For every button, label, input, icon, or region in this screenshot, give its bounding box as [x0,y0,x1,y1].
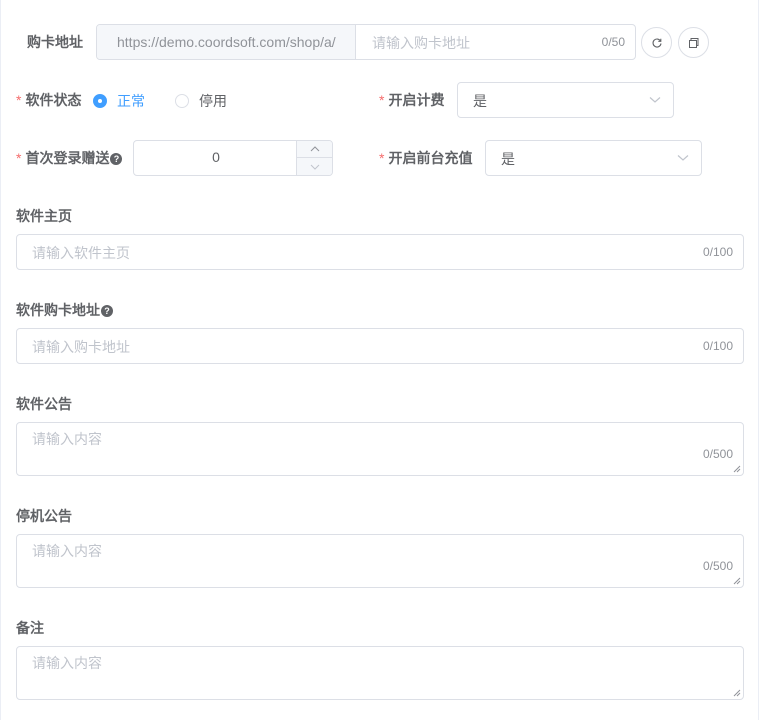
software-buy-card-label: 软件购卡地址? [16,300,113,320]
first-login-gift-label-text: 首次登录赠送 [25,150,110,166]
resize-handle-icon[interactable] [733,577,741,585]
radio-normal[interactable]: 正常 [93,91,145,111]
resize-handle-icon[interactable] [733,689,741,697]
shutdown-notice-label: 停机公告 [16,508,72,524]
frontend-recharge-label-text: 开启前台充值 [388,150,473,166]
resize-handle-icon[interactable] [733,465,741,473]
buy-card-input[interactable]: 请输入购卡地址 [372,33,470,53]
announcement-placeholder: 请输入内容 [32,431,102,447]
software-buy-card-label-text: 软件购卡地址 [16,302,100,318]
buy-card-input-group: https://demo.coordsoft.com/shop/a/ 请输入购卡… [96,24,636,60]
first-login-gift-label: * 首次登录赠送? [16,148,123,168]
software-status-label-text: 软件状态 [25,92,82,108]
chevron-up-icon [310,146,319,152]
radio-disabled-dot[interactable] [175,94,189,108]
homepage-count: 0/100 [702,245,733,259]
buy-card-prefix: https://demo.coordsoft.com/shop/a/ [97,25,356,59]
software-buy-card-input[interactable]: 请输入购卡地址 0/100 [16,328,744,364]
frontend-recharge-select[interactable]: 是 [485,140,702,176]
stepper-increase-button[interactable] [296,141,332,158]
frontend-recharge-label: * 开启前台充值 [379,150,473,166]
remark-placeholder: 请输入内容 [32,655,102,671]
radio-disabled-label: 停用 [199,93,227,109]
refresh-icon [652,37,662,47]
help-icon[interactable]: ? [101,305,113,317]
radio-normal-label: 正常 [117,93,145,109]
software-buy-card-placeholder: 请输入购卡地址 [32,339,130,355]
refresh-button[interactable] [641,27,672,58]
buy-card-label-text: 购卡地址 [27,34,83,50]
radio-disabled[interactable]: 停用 [175,91,227,111]
shutdown-notice-placeholder: 请输入内容 [32,543,102,559]
first-login-gift-value[interactable]: 0 [134,149,298,165]
announcement-textarea[interactable]: 请输入内容 0/500 [16,422,744,476]
software-status-label: * 软件状态 [16,92,82,108]
software-buy-card-count: 0/100 [702,339,733,353]
buy-card-count: 0/50 [601,35,625,49]
copy-icon [688,37,698,48]
copy-button[interactable] [678,27,709,58]
remark-label: 备注 [16,620,44,636]
billing-select-value: 是 [473,93,487,109]
chevron-down-icon [310,164,319,170]
stepper-decrease-button[interactable] [296,158,332,175]
buy-card-prefix-text: https://demo.coordsoft.com/shop/a/ [117,34,336,50]
billing-label-text: 开启计费 [388,92,445,108]
chevron-down-icon [677,155,689,161]
homepage-label: 软件主页 [16,208,72,224]
billing-select[interactable]: 是 [457,82,674,118]
announcement-count: 0/500 [702,447,733,461]
homepage-input[interactable]: 请输入软件主页 0/100 [16,234,744,270]
frontend-recharge-select-value: 是 [501,151,515,167]
billing-label: * 开启计费 [379,92,445,108]
remark-textarea[interactable]: 请输入内容 [16,646,744,700]
shutdown-notice-count: 0/500 [702,559,733,573]
homepage-placeholder: 请输入软件主页 [32,245,130,261]
help-icon[interactable]: ? [110,153,123,165]
announcement-label: 软件公告 [16,396,72,412]
radio-normal-dot[interactable] [93,94,107,108]
first-login-gift-stepper[interactable]: 0 [133,140,333,176]
shutdown-notice-textarea[interactable]: 请输入内容 0/500 [16,534,744,588]
chevron-down-icon [649,97,661,103]
buy-card-label: 购卡地址 [27,32,83,52]
